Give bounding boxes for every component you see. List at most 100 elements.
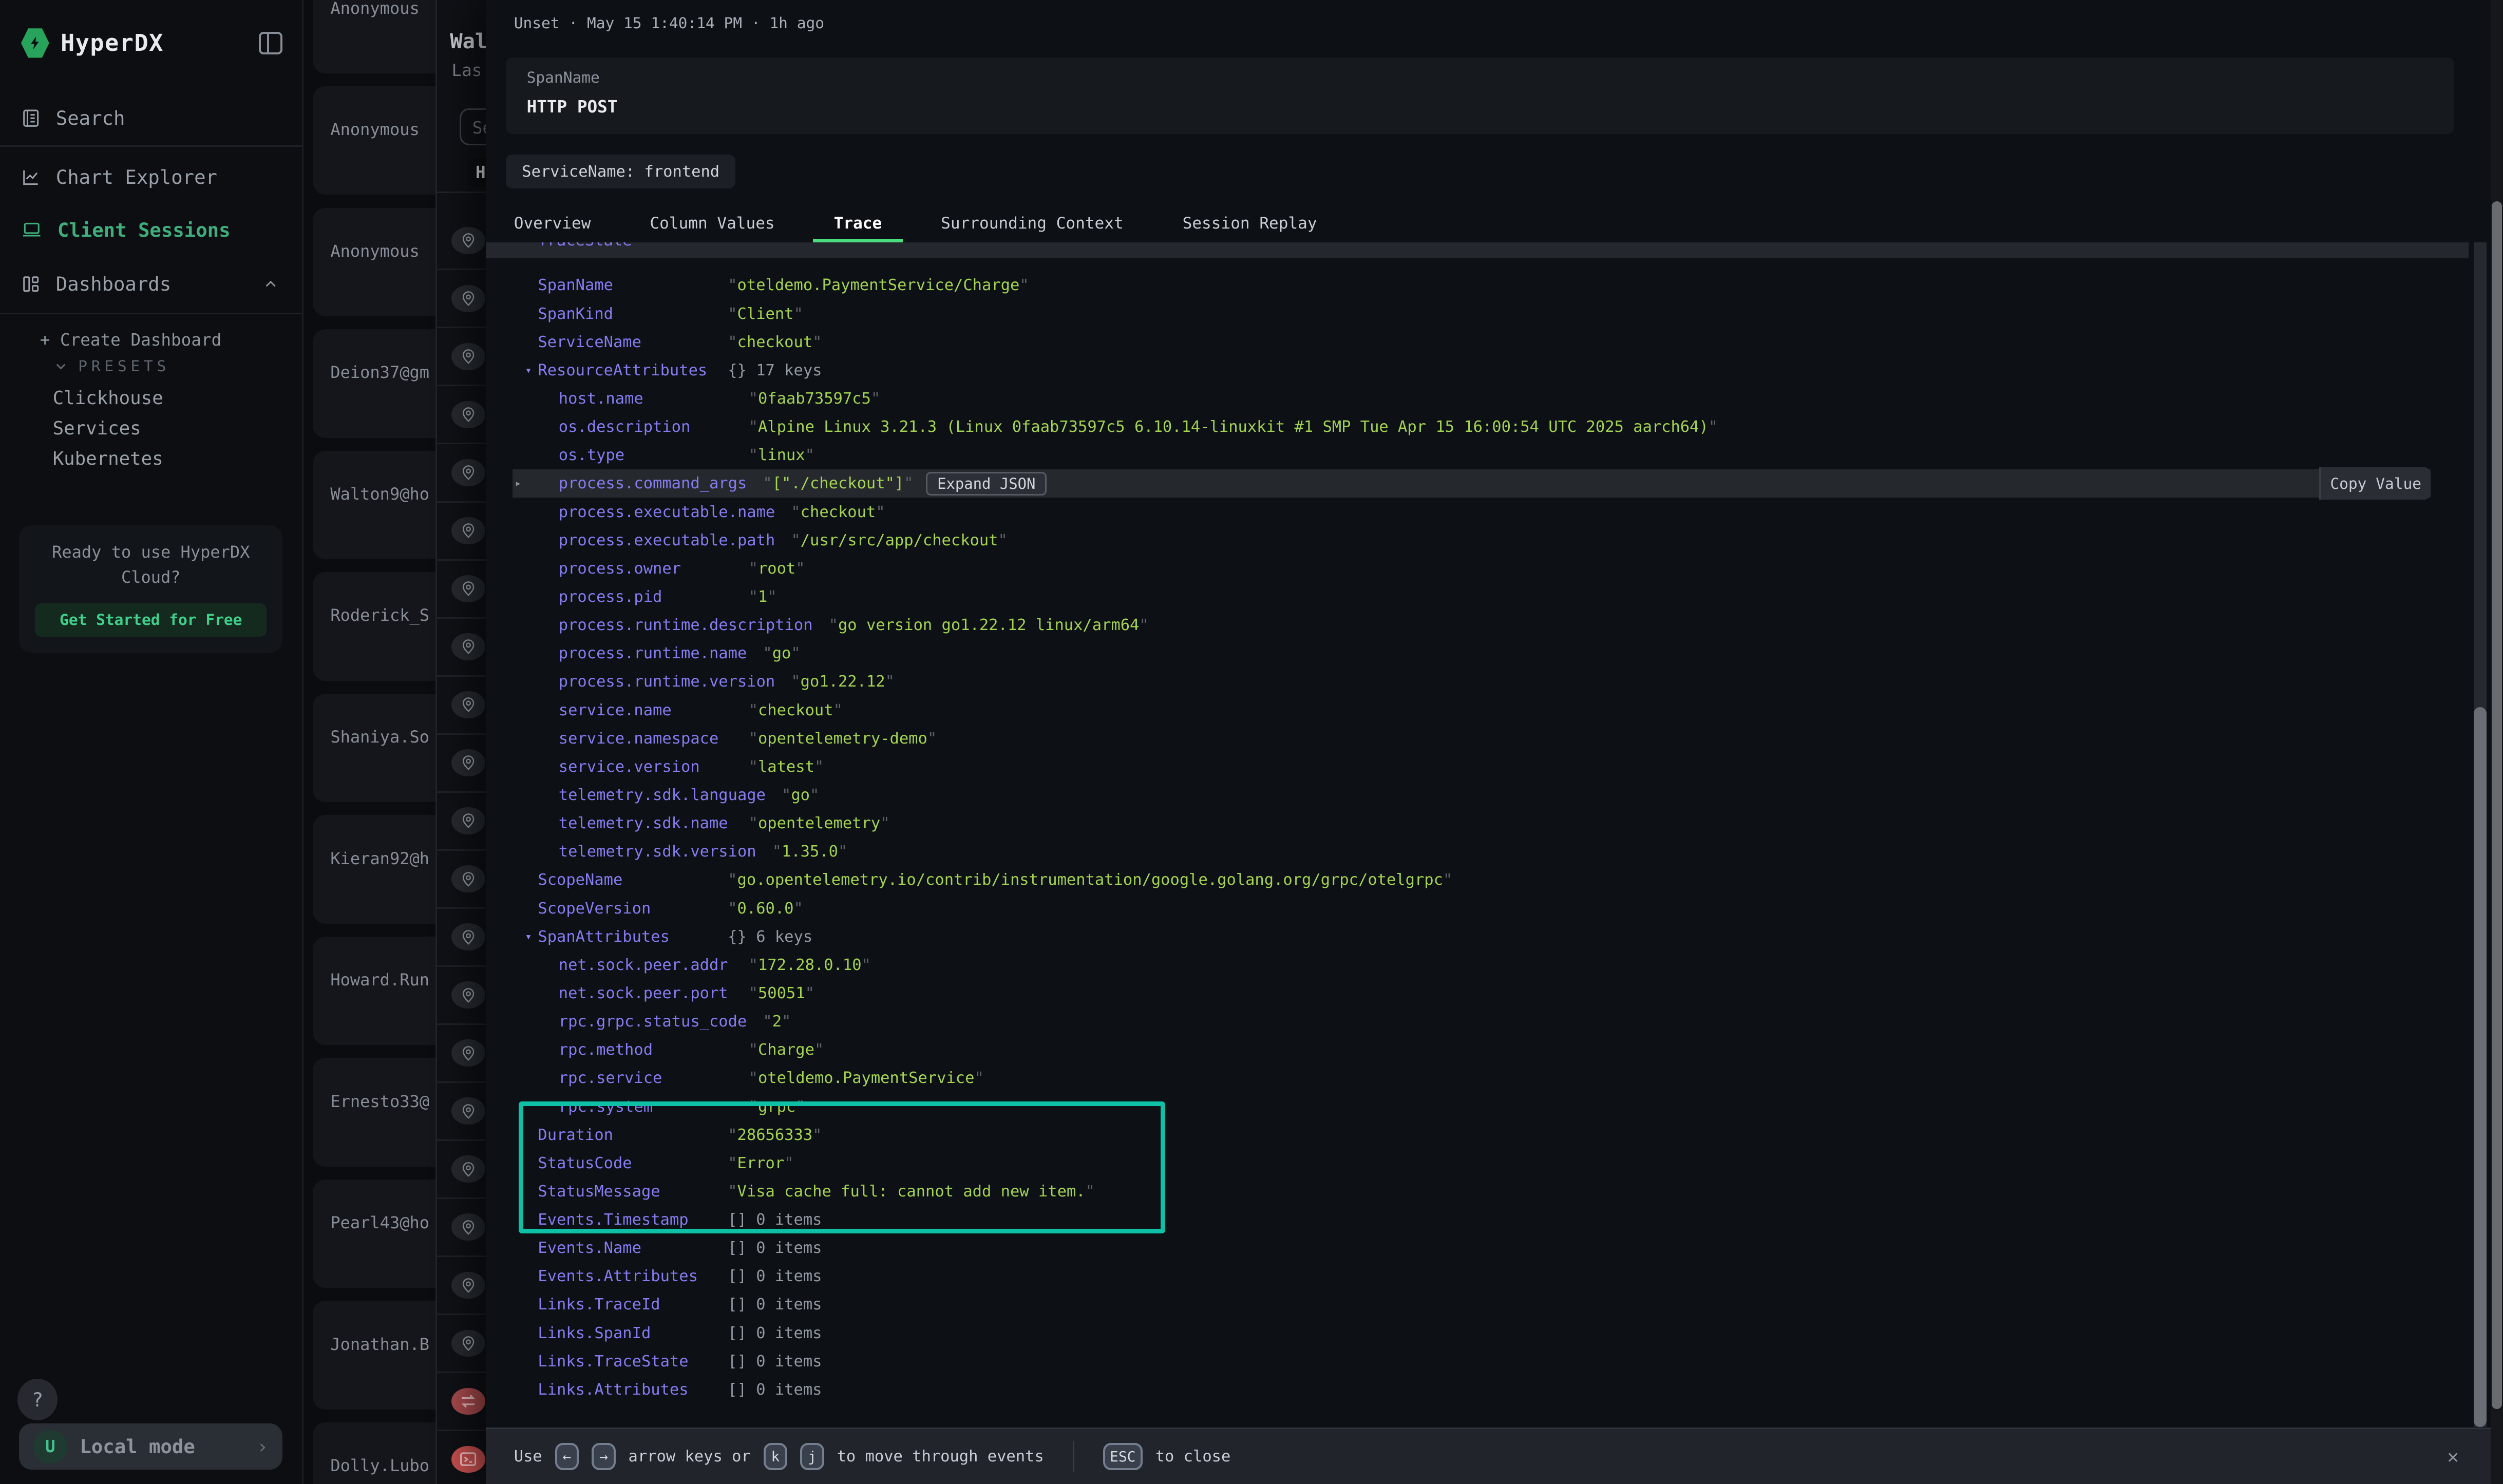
trace-attribute-row[interactable]: Links.Attributes[] 0 items xyxy=(486,1376,2468,1404)
timeline-event-row[interactable] xyxy=(437,619,486,677)
session-card[interactable]: Anonymous xyxy=(313,0,435,73)
timeline-event-row[interactable] xyxy=(437,328,486,386)
sidebar-item-client-sessions[interactable]: Client Sessions xyxy=(0,209,302,251)
collapse-sidebar-icon[interactable] xyxy=(259,32,283,54)
trace-attribute-row[interactable]: process.executable.name"checkout" xyxy=(486,498,2468,526)
timeline-event-row[interactable] xyxy=(437,735,486,793)
tab-session-replay[interactable]: Session Replay xyxy=(1162,204,1338,243)
timeline-event-row[interactable] xyxy=(437,561,486,619)
trace-attribute-row[interactable]: Events.Timestamp[] 0 items xyxy=(486,1206,2468,1234)
trace-attribute-row[interactable]: ▾ResourceAttributes{} 17 keys xyxy=(486,356,2468,385)
trace-attribute-row[interactable]: rpc.method"Charge" xyxy=(486,1036,2468,1064)
timeline-event-row[interactable] xyxy=(437,1315,486,1373)
trace-attribute-row[interactable]: Duration"28656333" xyxy=(486,1121,2468,1149)
trace-attribute-row[interactable]: service.version"latest" xyxy=(486,753,2468,781)
trace-attribute-row[interactable]: StatusMessage"Visa cache full: cannot ad… xyxy=(486,1177,2468,1206)
trace-attribute-row[interactable]: process.runtime.description"go version g… xyxy=(486,611,2468,639)
trace-attribute-row[interactable]: rpc.system"grpc" xyxy=(486,1092,2468,1120)
session-card[interactable]: Kieran92@h xyxy=(313,815,435,923)
trace-attribute-row[interactable]: telemetry.sdk.name"opentelemetry" xyxy=(486,809,2468,838)
session-card[interactable]: Ernesto33@ xyxy=(313,1058,435,1166)
timeline-event-row[interactable] xyxy=(437,1025,486,1083)
table-scrollbar-thumb[interactable] xyxy=(2474,707,2487,1427)
trace-attribute-row[interactable]: telemetry.sdk.language"go" xyxy=(486,781,2468,809)
trace-attribute-row[interactable]: SpanName"oteldemo.PaymentService/Charge" xyxy=(486,271,2468,299)
trace-attribute-row[interactable]: ServiceName"checkout" xyxy=(486,328,2468,356)
timeline-event-row[interactable] xyxy=(437,793,486,851)
trace-attribute-row[interactable]: net.sock.peer.port"50051" xyxy=(486,979,2468,1007)
sidebar-item-kubernetes[interactable]: Kubernetes xyxy=(53,448,163,469)
sidebar-item-dashboards[interactable]: Dashboards xyxy=(0,263,302,305)
session-card[interactable]: Shaniya.So xyxy=(313,694,435,802)
presets-header[interactable]: PRESETS xyxy=(53,357,170,375)
trace-attribute-row[interactable]: telemetry.sdk.version"1.35.0" xyxy=(486,838,2468,866)
trace-attribute-row[interactable]: process.runtime.name"go" xyxy=(486,639,2468,668)
timeline-event-row[interactable] xyxy=(437,1083,486,1141)
page-scrollbar-thumb[interactable] xyxy=(2492,201,2502,1410)
trace-attribute-row[interactable]: Links.SpanId[] 0 items xyxy=(486,1319,2468,1347)
trace-attribute-row[interactable]: os.description"Alpine Linux 3.21.3 (Linu… xyxy=(486,413,2468,441)
trace-attribute-row[interactable]: process.runtime.version"go1.22.12" xyxy=(486,668,2468,696)
session-card[interactable]: Roderick_S xyxy=(313,572,435,680)
trace-attribute-row[interactable]: host.name"0faab73597c5" xyxy=(486,385,2468,413)
service-name-tag[interactable]: ServiceName: frontend xyxy=(506,155,735,188)
trace-attribute-row[interactable]: ScopeName"go.opentelemetry.io/contrib/in… xyxy=(486,866,2468,894)
trace-attribute-row[interactable]: os.type"linux" xyxy=(486,441,2468,469)
tab-column-values[interactable]: Column Values xyxy=(629,204,795,243)
session-card[interactable]: Pearl43@ho xyxy=(313,1179,435,1288)
timeline-event-row[interactable] xyxy=(437,444,486,502)
timeline-event-row[interactable] xyxy=(437,967,486,1025)
trace-attribute-row[interactable]: rpc.grpc.status_code"2" xyxy=(486,1007,2468,1036)
trace-attribute-row[interactable]: Links.TraceState[] 0 items xyxy=(486,1347,2468,1376)
create-dashboard-button[interactable]: + Create Dashboard xyxy=(40,330,222,350)
copy-value-button[interactable]: Copy Value xyxy=(2319,467,2431,500)
trace-attribute-row[interactable]: StatusCode"Error" xyxy=(486,1149,2468,1177)
timeline-event-row[interactable] xyxy=(437,1199,486,1257)
table-scrollbar[interactable] xyxy=(2474,242,2487,1426)
trace-attribute-row[interactable]: ▾SpanAttributes{} 6 keys xyxy=(486,923,2468,951)
timeline-event-row[interactable] xyxy=(437,212,486,270)
tab-trace[interactable]: Trace xyxy=(813,204,902,243)
trace-attribute-row[interactable]: process.executable.path"/usr/src/app/che… xyxy=(486,526,2468,555)
expand-caret-icon[interactable]: ▾ xyxy=(525,930,532,943)
session-card[interactable]: Dolly.Lubo xyxy=(313,1422,435,1484)
page-scrollbar[interactable] xyxy=(2491,0,2502,1484)
filter-chip[interactable]: H xyxy=(468,158,487,187)
get-started-button[interactable]: Get Started for Free xyxy=(35,603,267,637)
sidebar-item-search[interactable]: Search xyxy=(0,98,302,139)
sidebar-item-chart-explorer[interactable]: Chart Explorer xyxy=(0,157,302,198)
timeline-event-row[interactable] xyxy=(437,1373,486,1431)
trace-attribute-row[interactable]: ▸process.command_args"["./checkout"]"Exp… xyxy=(486,469,2468,498)
trace-attribute-row[interactable]: rpc.service"oteldemo.PaymentService" xyxy=(486,1064,2468,1092)
trace-attribute-row[interactable]: Events.Name[] 0 items xyxy=(486,1234,2468,1262)
sidebar-item-services[interactable]: Services xyxy=(53,418,141,439)
trace-attribute-row[interactable]: service.namespace"opentelemetry-demo" xyxy=(486,725,2468,753)
timeline-event-row[interactable] xyxy=(437,1431,486,1484)
session-card[interactable]: Deion37@gm xyxy=(313,329,435,437)
trace-attribute-row[interactable]: ScopeVersion"0.60.0" xyxy=(486,894,2468,922)
trace-attribute-row[interactable]: Links.TraceId[] 0 items xyxy=(486,1290,2468,1319)
expand-json-button[interactable]: Expand JSON xyxy=(926,472,1047,496)
timeline-event-row[interactable] xyxy=(437,909,486,967)
trace-attribute-row[interactable]: process.pid"1" xyxy=(486,583,2468,611)
session-card[interactable]: Howard.Run xyxy=(313,937,435,1045)
timeline-event-row[interactable] xyxy=(437,1257,486,1315)
timeline-event-row[interactable] xyxy=(437,1141,486,1199)
timeline-event-row[interactable] xyxy=(437,503,486,561)
expand-caret-icon[interactable]: ▾ xyxy=(525,364,532,377)
search-input[interactable]: Sea xyxy=(460,108,487,145)
trace-attribute-row[interactable]: SpanKind"Client" xyxy=(486,300,2468,328)
local-mode-menu[interactable]: U Local mode › xyxy=(19,1423,282,1470)
session-card[interactable]: Anonymous xyxy=(313,208,435,316)
timeline-event-row[interactable] xyxy=(437,851,486,909)
trace-attribute-row[interactable]: net.sock.peer.addr"172.28.0.10" xyxy=(486,951,2468,979)
timeline-event-row[interactable] xyxy=(437,270,486,328)
trace-attribute-row[interactable]: process.owner"root" xyxy=(486,555,2468,583)
tab-overview[interactable]: Overview xyxy=(493,204,611,243)
trace-attribute-row[interactable]: Events.Attributes[] 0 items xyxy=(486,1262,2468,1290)
trace-attribute-row[interactable]: service.name"checkout" xyxy=(486,696,2468,724)
session-card[interactable]: Anonymous xyxy=(313,86,435,195)
timeline-event-row[interactable] xyxy=(437,386,486,444)
help-button[interactable]: ? xyxy=(17,1379,58,1420)
tab-surrounding-context[interactable]: Surrounding Context xyxy=(920,204,1144,243)
